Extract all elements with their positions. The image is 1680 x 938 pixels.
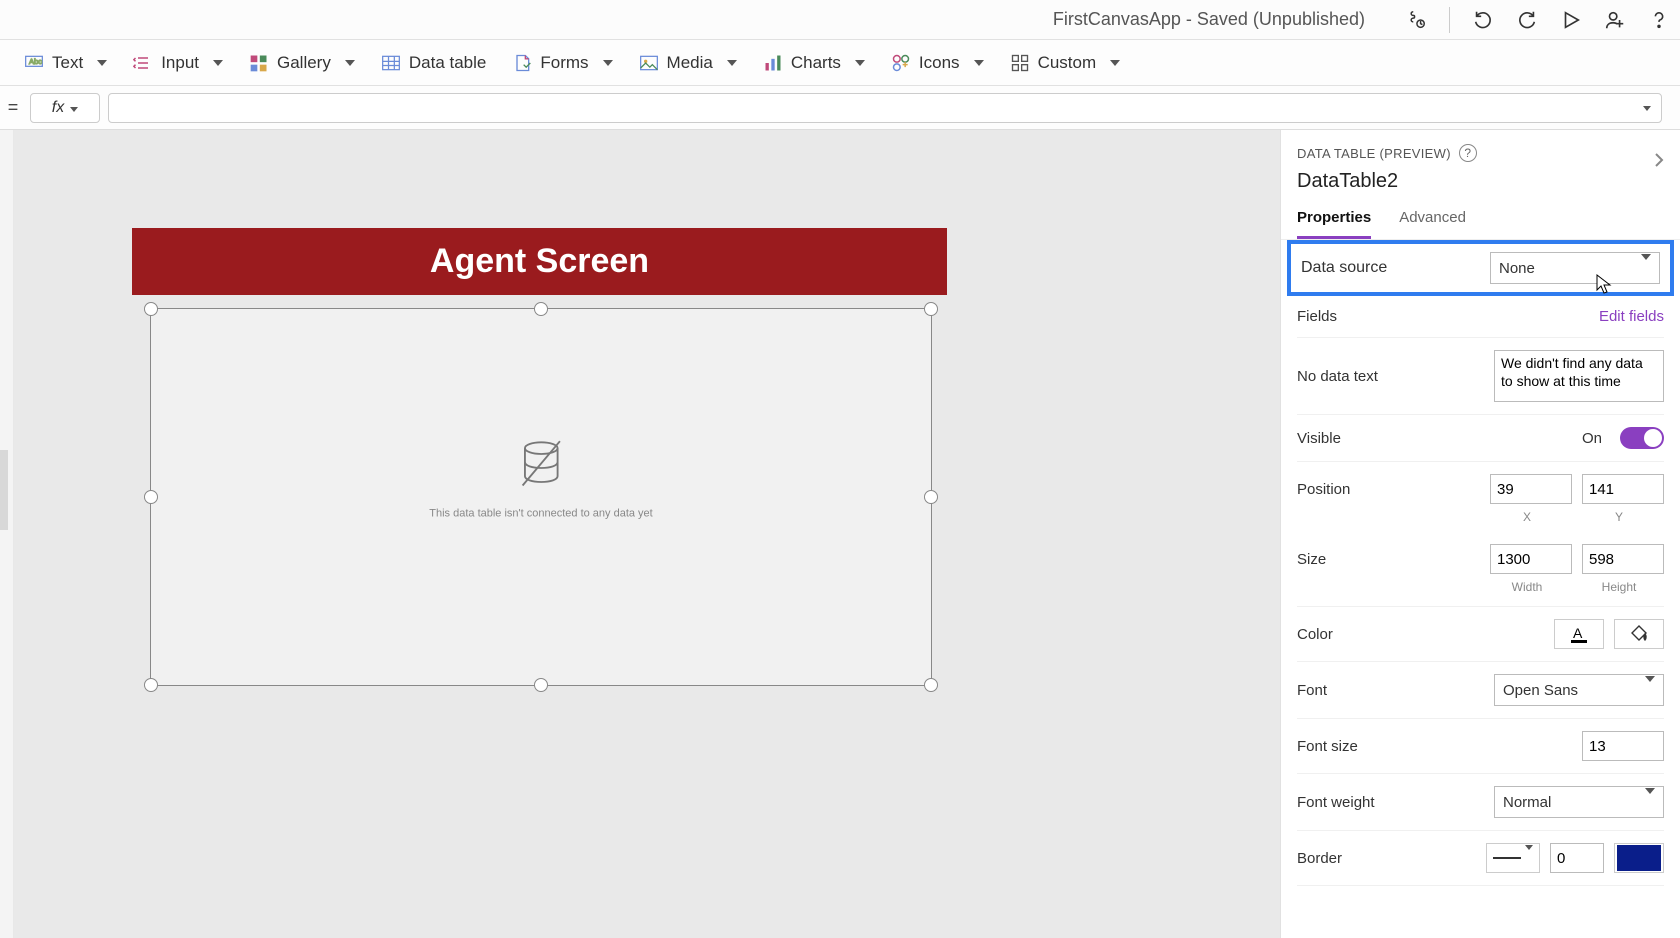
highlighted-property-row: Data source None	[1287, 240, 1674, 296]
title-bar: FirstCanvasApp - Saved (Unpublished)	[0, 0, 1680, 40]
ribbon-forms[interactable]: Forms	[512, 53, 612, 73]
panel-type-label: DATA TABLE (PREVIEW)	[1297, 146, 1451, 161]
font-size-input[interactable]	[1582, 731, 1664, 761]
ribbon-text[interactable]: Abc Text	[24, 53, 107, 73]
position-y-input[interactable]	[1582, 474, 1664, 504]
undo-icon[interactable]	[1472, 9, 1494, 31]
property-selector[interactable]: fx	[30, 93, 100, 123]
svg-text:Abc: Abc	[29, 56, 42, 65]
chevron-down-icon	[1641, 260, 1651, 277]
properties-tabs: Properties Advanced	[1281, 199, 1680, 240]
prop-label-font: Font	[1297, 682, 1447, 699]
visible-state-label: On	[1582, 430, 1602, 447]
screen-header-label: Agent Screen	[132, 228, 947, 295]
resize-handle[interactable]	[144, 490, 158, 504]
control-name[interactable]: DataTable2	[1297, 170, 1664, 193]
redo-icon[interactable]	[1516, 9, 1538, 31]
prop-label-position: Position	[1297, 481, 1447, 498]
svg-text:A: A	[1573, 625, 1583, 641]
formula-bar: = fx	[0, 86, 1680, 130]
collapse-panel-icon[interactable]	[1652, 150, 1666, 175]
resize-handle[interactable]	[534, 302, 548, 316]
play-icon[interactable]	[1560, 9, 1582, 31]
prop-label-fields: Fields	[1297, 308, 1447, 325]
ribbon-charts[interactable]: Charts	[763, 53, 865, 73]
ribbon-icons[interactable]: Icons	[891, 53, 984, 73]
no-data-text-input[interactable]	[1494, 350, 1664, 402]
share-icon[interactable]	[1604, 9, 1626, 31]
prop-label-size: Size	[1297, 551, 1447, 568]
prop-label-datasource: Data source	[1301, 259, 1387, 277]
tab-properties[interactable]: Properties	[1297, 209, 1371, 239]
empty-data-message: This data table isn't connected to any d…	[429, 508, 652, 520]
font-color-button[interactable]: A	[1554, 619, 1604, 649]
ribbon-gallery[interactable]: Gallery	[249, 53, 355, 73]
position-x-input[interactable]	[1490, 474, 1572, 504]
prop-label-fontweight: Font weight	[1297, 794, 1447, 811]
chevron-down-icon	[1645, 682, 1655, 699]
screen-container: Agent Screen	[132, 228, 947, 295]
resize-handle[interactable]	[534, 678, 548, 692]
font-dropdown[interactable]: Open Sans	[1494, 674, 1664, 706]
insert-ribbon: Abc Text Input Gallery Data table Forms …	[0, 40, 1680, 86]
data-source-dropdown[interactable]: None	[1490, 252, 1660, 284]
resize-handle[interactable]	[924, 302, 938, 316]
cursor-icon	[1595, 273, 1613, 295]
database-icon	[513, 437, 569, 493]
empty-data-placeholder: This data table isn't connected to any d…	[429, 437, 652, 520]
help-icon[interactable]	[1648, 9, 1670, 31]
border-style-dropdown[interactable]	[1486, 843, 1540, 873]
help-hint-icon[interactable]: ?	[1459, 144, 1477, 162]
ribbon-data-table[interactable]: Data table	[381, 53, 487, 73]
left-rail	[0, 130, 14, 938]
resize-handle[interactable]	[924, 490, 938, 504]
left-rail-handle[interactable]	[0, 450, 8, 530]
properties-panel: DATA TABLE (PREVIEW) ? DataTable2 Proper…	[1280, 130, 1680, 938]
size-height-input[interactable]	[1582, 544, 1664, 574]
border-color-button[interactable]	[1614, 843, 1664, 873]
border-width-input[interactable]	[1550, 843, 1604, 873]
resize-handle[interactable]	[924, 678, 938, 692]
prop-label-visible: Visible	[1297, 430, 1447, 447]
prop-label-nodata: No data text	[1297, 368, 1447, 385]
tab-advanced[interactable]: Advanced	[1399, 209, 1466, 239]
prop-label-color: Color	[1297, 626, 1447, 643]
resize-handle[interactable]	[144, 302, 158, 316]
ribbon-custom[interactable]: Custom	[1010, 53, 1121, 73]
app-checker-icon[interactable]	[1405, 9, 1427, 31]
ribbon-media[interactable]: Media	[639, 53, 737, 73]
size-width-input[interactable]	[1490, 544, 1572, 574]
canvas[interactable]: Agent Screen This data table isn't conne…	[14, 130, 1280, 938]
edit-fields-link[interactable]: Edit fields	[1599, 308, 1664, 325]
datatable-control-selected[interactable]: This data table isn't connected to any d…	[150, 308, 932, 686]
visible-toggle[interactable]	[1620, 427, 1664, 449]
prop-label-fontsize: Font size	[1297, 738, 1447, 755]
resize-handle[interactable]	[144, 678, 158, 692]
border-color-swatch	[1617, 845, 1661, 871]
prop-label-border: Border	[1297, 850, 1447, 867]
app-title: FirstCanvasApp - Saved (Unpublished)	[1053, 9, 1365, 30]
font-weight-dropdown[interactable]: Normal	[1494, 786, 1664, 818]
formula-input[interactable]	[108, 93, 1662, 123]
equals-label: =	[4, 97, 22, 118]
fill-color-button[interactable]	[1614, 619, 1664, 649]
chevron-down-icon	[1645, 794, 1655, 811]
ribbon-input[interactable]: Input	[133, 53, 223, 73]
